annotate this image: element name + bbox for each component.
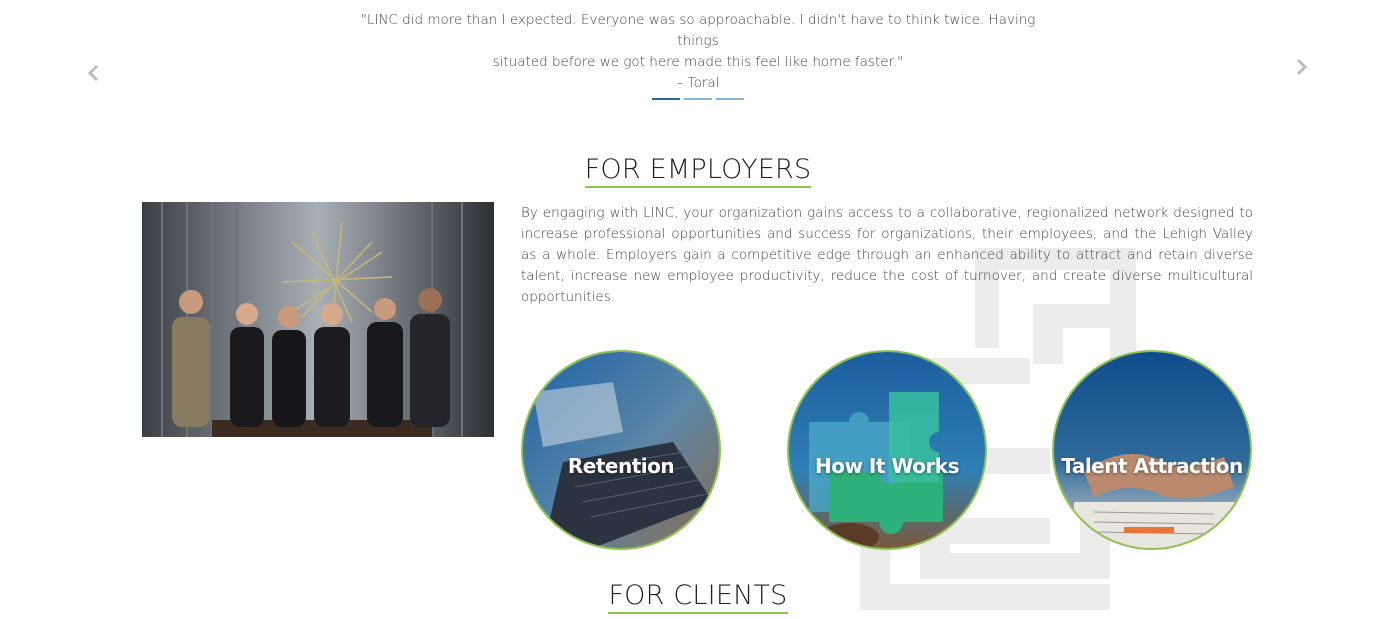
- testimonial-quote-line2: situated before we got here made this fe…: [492, 54, 904, 70]
- clients-heading: FOR CLIENTS: [0, 580, 1396, 614]
- chevron-left-icon: [86, 65, 100, 81]
- carousel-next-button[interactable]: [1295, 59, 1309, 75]
- chevron-right-icon: [1295, 59, 1309, 75]
- employers-heading-text: FOR EMPLOYERS: [584, 154, 812, 188]
- carousel-indicators: [652, 98, 744, 100]
- carousel-dot-3[interactable]: [716, 98, 744, 100]
- talent-attraction-link[interactable]: Talent Attraction: [1052, 350, 1252, 550]
- employers-heading: FOR EMPLOYERS: [0, 154, 1396, 188]
- testimonial-quote-line1: "LINC did more than I expected. Everyone…: [360, 12, 1036, 49]
- retention-link[interactable]: Retention: [521, 350, 721, 550]
- how-it-works-label: How It Works: [814, 454, 960, 478]
- retention-label: Retention: [567, 454, 675, 478]
- handshake-image: [1054, 352, 1250, 548]
- carousel-dot-2[interactable]: [684, 98, 712, 100]
- employers-paragraph: By engaging with LINC, your organization…: [521, 205, 1253, 305]
- carousel-dot-1[interactable]: [652, 98, 680, 100]
- testimonial: "LINC did more than I expected. Everyone…: [340, 10, 1056, 94]
- carousel-prev-button[interactable]: [86, 65, 100, 81]
- team-photo: [142, 202, 494, 437]
- puzzle-image: [789, 352, 985, 548]
- clients-heading-text: FOR CLIENTS: [608, 580, 788, 614]
- how-it-works-link[interactable]: How It Works: [787, 350, 987, 550]
- keyboard-image: [523, 352, 719, 548]
- talent-attraction-label: Talent Attraction: [1061, 454, 1243, 478]
- testimonial-author: – Toral: [676, 75, 720, 91]
